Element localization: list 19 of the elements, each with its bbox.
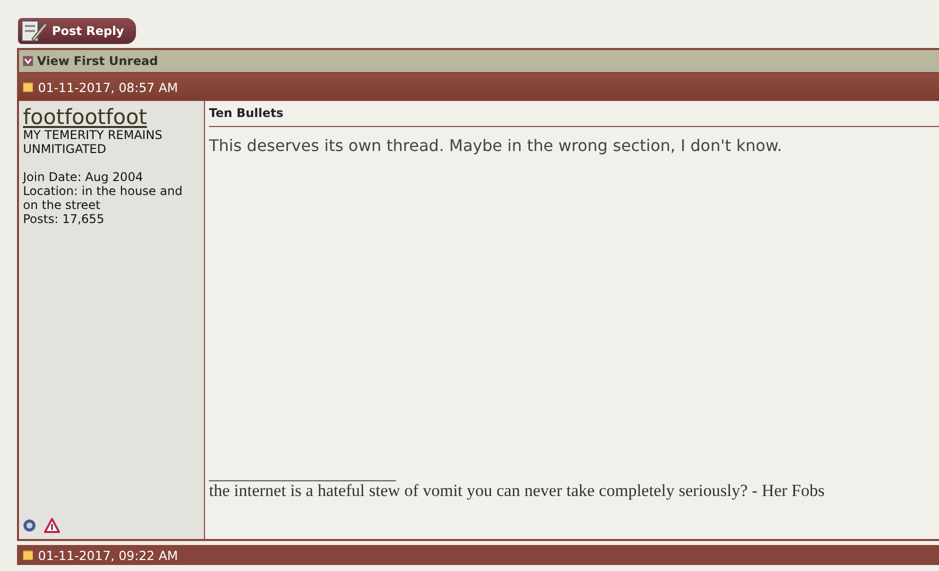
report-icon[interactable]: [44, 518, 60, 533]
post-icon: [23, 82, 33, 92]
user-location: Location: in the house and on the street: [23, 184, 184, 212]
status-icon: [23, 519, 36, 532]
post-message: This deserves its own thread. Maybe in the wrong section, I don't know.: [209, 136, 784, 155]
post-reply-button[interactable]: Post Reply: [18, 18, 136, 44]
join-date: Join Date: Aug 2004: [23, 170, 144, 184]
checkbox-arrow-icon: [23, 56, 33, 66]
post-date: 01-11-2017, 08:57 AM: [38, 80, 178, 94]
user-title: MY TEMERITY REMAINS UNMITIGATED: [23, 128, 164, 156]
post-count: Posts: 17,655: [23, 212, 106, 226]
signature: the internet is a hateful stew of vomit you can never take completely seriously? - Her Fobs: [209, 481, 826, 502]
document-pencil-icon: [20, 19, 48, 43]
post-date: 01-11-2017, 09:22 AM: [38, 548, 178, 562]
post-title: Ten Bullets: [209, 106, 939, 127]
username-link[interactable]: footfootfoot: [23, 107, 196, 128]
post-icon: [23, 550, 33, 560]
view-first-unread-link[interactable]: View First Unread: [37, 54, 158, 68]
signature-rule: ______________________: [209, 467, 398, 481]
